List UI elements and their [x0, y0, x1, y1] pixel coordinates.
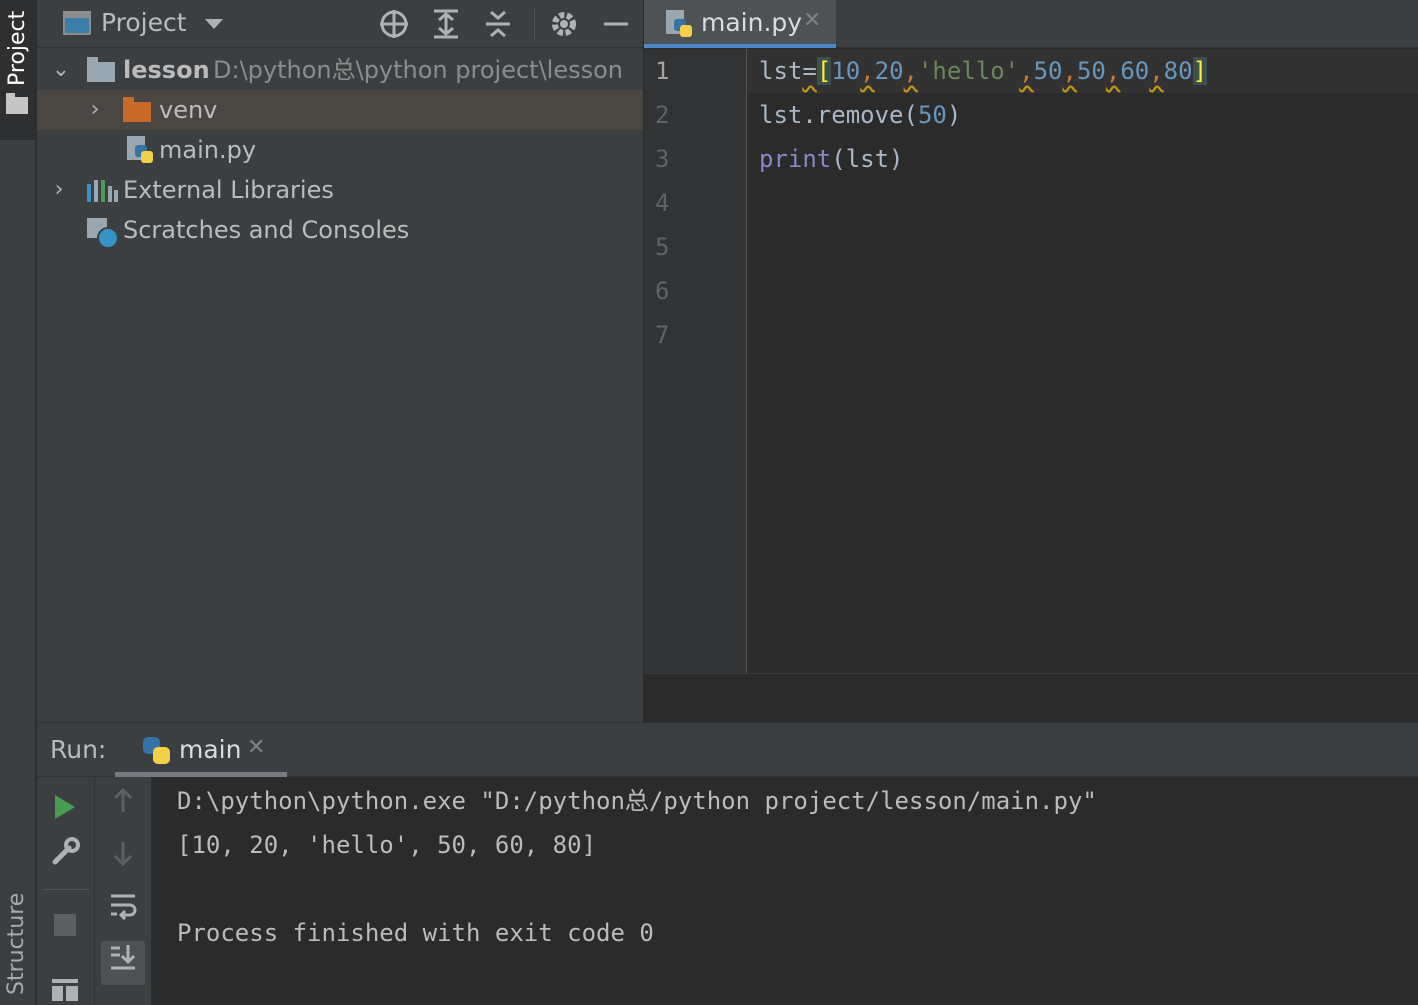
- wrench-icon[interactable]: [44, 835, 88, 879]
- line-number: 3: [655, 145, 670, 173]
- locate-icon[interactable]: [378, 8, 410, 40]
- tree-item-label: main.py: [159, 136, 257, 164]
- stop-icon[interactable]: [54, 914, 76, 936]
- run-panel-header: Run: main ✕: [37, 722, 1418, 777]
- scroll-to-end-icon[interactable]: [101, 941, 145, 985]
- run-tab-label: main: [179, 735, 242, 764]
- rerun-icon[interactable]: [55, 795, 75, 819]
- project-tool-tab[interactable]: Project: [0, 0, 36, 140]
- editor-breadcrumb-bar: [644, 673, 1418, 722]
- toolbar-divider: [534, 8, 535, 40]
- soft-wrap-icon[interactable]: [101, 889, 145, 933]
- code-line-2[interactable]: lst.remove(50): [759, 93, 961, 137]
- console-line: [10, 20, 'hello', 50, 60, 80]: [177, 831, 597, 859]
- gear-icon[interactable]: [548, 8, 580, 40]
- folder-icon: [6, 93, 28, 114]
- folder-icon: [87, 57, 115, 82]
- expand-all-icon[interactable]: [430, 8, 462, 40]
- tab-main-py[interactable]: main.py ✕: [644, 0, 836, 48]
- project-panel-header: Project: [37, 0, 643, 48]
- line-number: 4: [655, 189, 670, 217]
- line-number: 1: [655, 57, 670, 85]
- tree-item-label: External Libraries: [123, 176, 334, 204]
- arrow-down-icon[interactable]: [101, 837, 145, 881]
- tree-item-main-py[interactable]: main.py: [37, 130, 643, 170]
- editor-gutter: 1 2 3 4 5 6 7: [644, 49, 746, 673]
- project-panel: Project ⌄ lesson D:\python总\python proje…: [37, 0, 643, 722]
- code-line-1[interactable]: lst=[10,20,'hello',50,50,60,80]: [759, 49, 1208, 93]
- arrow-up-icon[interactable]: [101, 785, 145, 829]
- library-icon: [87, 180, 118, 202]
- close-icon[interactable]: ✕: [247, 735, 265, 760]
- close-icon[interactable]: ✕: [803, 8, 821, 33]
- python-file-icon: [666, 10, 694, 40]
- folder-icon: [123, 97, 151, 122]
- scratches-icon: [87, 218, 119, 249]
- run-label: Run:: [50, 735, 107, 764]
- project-tool-label[interactable]: Project: [5, 11, 30, 86]
- tree-item-path: D:\python总\python project\lesson: [213, 56, 623, 84]
- structure-tool-tab[interactable]: Structure: [4, 893, 29, 995]
- tree-item-lesson[interactable]: ⌄ lesson D:\python总\python project\lesso…: [37, 50, 643, 90]
- left-tool-strip: Project Structure: [0, 0, 36, 1005]
- code-line-3[interactable]: print(lst): [759, 137, 904, 181]
- console-line: D:\python\python.exe "D:/python总/python …: [177, 787, 1097, 815]
- line-number: 2: [655, 101, 670, 129]
- collapse-all-icon[interactable]: [482, 8, 514, 40]
- run-console[interactable]: D:\python\python.exe "D:/python总/python …: [151, 777, 1418, 1005]
- chevron-down-icon[interactable]: ⌄: [51, 50, 71, 90]
- layout-icon[interactable]: [52, 979, 78, 1001]
- run-toolbar-primary: [37, 777, 95, 1005]
- chevron-right-icon[interactable]: ›: [49, 170, 69, 210]
- toolbar-divider: [43, 889, 89, 890]
- run-tab-main[interactable]: main ✕: [115, 723, 287, 777]
- python-file-icon: [127, 136, 155, 166]
- tab-label: main.py: [701, 8, 803, 37]
- tree-item-venv[interactable]: › venv: [37, 90, 643, 130]
- chevron-down-icon[interactable]: [205, 19, 223, 29]
- python-icon: [143, 737, 171, 765]
- chevron-right-icon[interactable]: ›: [85, 90, 105, 130]
- minimize-icon[interactable]: [600, 8, 632, 40]
- project-view-selector[interactable]: Project: [101, 8, 187, 37]
- tree-item-label: venv: [159, 96, 218, 124]
- project-view-icon: [63, 11, 91, 35]
- tree-item-scratches[interactable]: Scratches and Consoles: [37, 210, 643, 250]
- line-number: 5: [655, 233, 670, 261]
- tree-item-external-libraries[interactable]: › External Libraries: [37, 170, 643, 210]
- code-editor[interactable]: lst=[10,20,'hello',50,50,60,80] lst.remo…: [747, 49, 1418, 673]
- line-number: 6: [655, 277, 670, 305]
- console-line: Process finished with exit code 0: [177, 919, 654, 947]
- line-number: 7: [655, 321, 670, 349]
- editor-tab-bar: main.py ✕: [644, 0, 1418, 48]
- tree-item-label: Scratches and Consoles: [123, 216, 410, 244]
- tree-item-label: lesson: [123, 56, 210, 84]
- run-toolbar-secondary: [95, 777, 151, 1005]
